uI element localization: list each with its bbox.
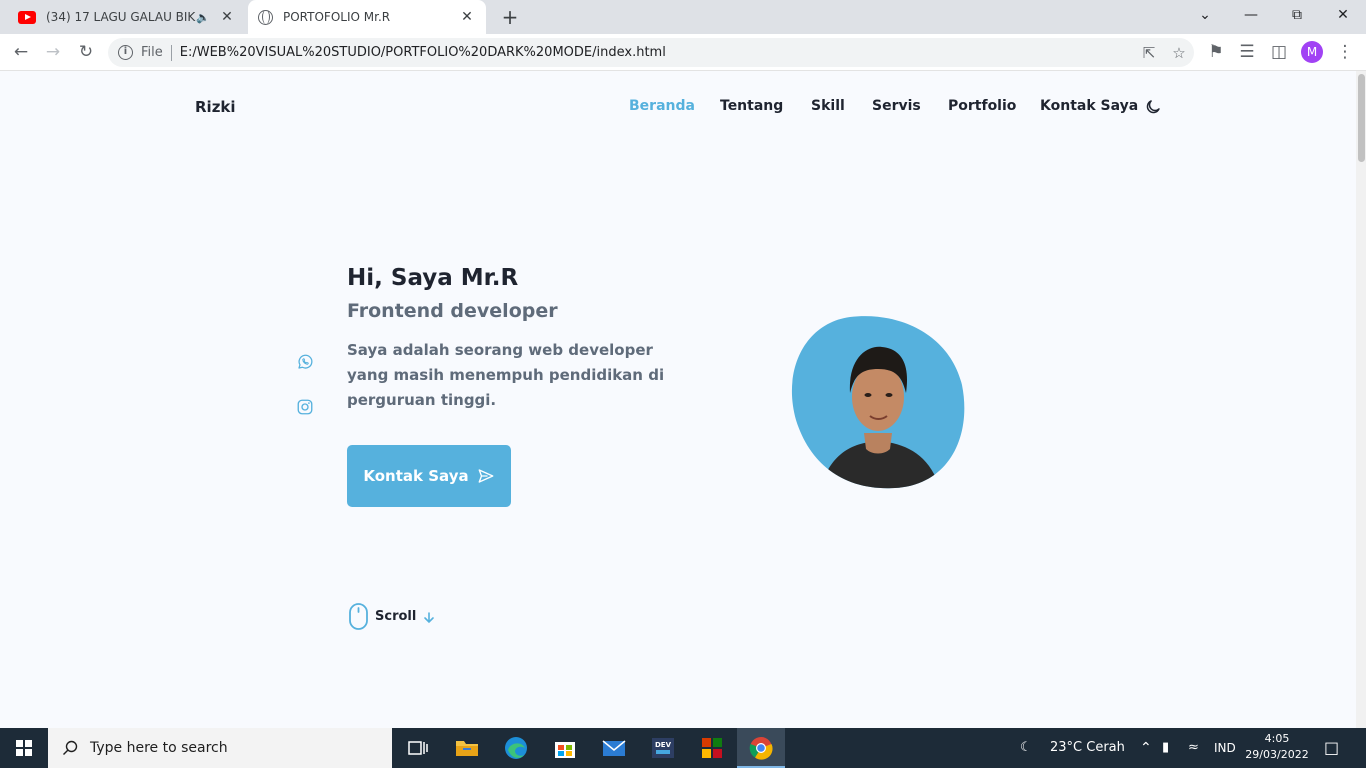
tab-youtube[interactable]: (34) 17 LAGU GALAU BIKIN BAPER 🔈 ✕: [8, 0, 246, 34]
weather-text[interactable]: 23°C Cerah: [1050, 728, 1125, 768]
search-placeholder: Type here to search: [90, 740, 228, 756]
search-icon: [63, 740, 78, 755]
tab-portfolio[interactable]: PORTOFOLIO Mr.R ✕: [248, 0, 486, 34]
chrome-taskbar-button[interactable]: [737, 728, 785, 768]
task-view-icon[interactable]: [404, 734, 432, 762]
windows-start-icon[interactable]: [0, 728, 48, 768]
taskbar-search[interactable]: Type here to search: [48, 728, 392, 768]
windows-taskbar: Type here to search DEV ☾ 23°C Cerah ⌃ ▮…: [0, 728, 1366, 768]
show-hidden-icons[interactable]: ⌃: [1140, 728, 1152, 768]
nav-beranda[interactable]: Beranda: [629, 98, 695, 114]
office-icon[interactable]: [698, 734, 726, 762]
bookmark-star-icon[interactable]: ☆: [1164, 44, 1194, 62]
file-explorer-icon[interactable]: [453, 734, 481, 762]
profile-photo: [791, 316, 965, 489]
page-viewport: Rizki Beranda Tentang Skill Servis Portf…: [0, 71, 1356, 728]
close-window-button[interactable]: ✕: [1320, 0, 1366, 30]
side-panel-icon[interactable]: ◫: [1266, 39, 1292, 65]
tab-search-icon[interactable]: ⌄: [1182, 0, 1228, 30]
menu-icon[interactable]: ⋮: [1332, 39, 1358, 65]
back-button[interactable]: ←: [8, 39, 34, 65]
contact-button[interactable]: Kontak Saya: [347, 445, 511, 507]
media-control-icon[interactable]: ☰: [1234, 39, 1260, 65]
new-tab-button[interactable]: +: [498, 5, 522, 29]
edge-icon[interactable]: [502, 734, 530, 762]
close-tab-icon[interactable]: ✕: [218, 9, 236, 25]
microsoft-store-icon[interactable]: [551, 734, 579, 762]
youtube-icon: [18, 10, 36, 24]
clock-time: 4:05: [1264, 732, 1290, 745]
site-logo[interactable]: Rizki: [195, 98, 236, 116]
instagram-icon[interactable]: [296, 398, 314, 416]
nav-kontak-saya[interactable]: Kontak Saya: [1040, 98, 1138, 114]
profile-avatar[interactable]: M: [1301, 41, 1323, 63]
contact-button-label: Kontak Saya: [363, 467, 469, 485]
url-text[interactable]: E:/WEB%20VISUAL%20STUDIO/PORTFOLIO%20DAR…: [180, 45, 1134, 60]
tab-title: (34) 17 LAGU GALAU BIKIN BAPER: [46, 10, 196, 24]
scrollbar-thumb[interactable]: [1358, 74, 1365, 162]
whatsapp-icon[interactable]: [296, 353, 314, 371]
chrome-icon: [749, 737, 773, 760]
hero-description: Saya adalah seorang web developer yang m…: [347, 341, 665, 409]
globe-icon: [258, 9, 273, 25]
clock[interactable]: 4:05 29/03/2022: [1240, 731, 1314, 763]
nav-portfolio[interactable]: Portfolio: [948, 98, 1016, 114]
address-bar[interactable]: i File E:/WEB%20VISUAL%20STUDIO/PORTFOLI…: [108, 38, 1194, 67]
tab-strip: (34) 17 LAGU GALAU BIKIN BAPER 🔈 ✕ PORTO…: [0, 0, 1366, 34]
mouse-icon: [349, 603, 368, 630]
speaker-icon[interactable]: 🔈: [196, 11, 210, 24]
share-icon[interactable]: ⇱: [1134, 44, 1164, 62]
language-indicator[interactable]: IND: [1214, 728, 1236, 768]
restore-button[interactable]: ⧉: [1274, 0, 1320, 30]
send-icon: [478, 469, 494, 483]
minimize-button[interactable]: —: [1228, 0, 1274, 30]
hero-subtitle: Frontend developer: [347, 300, 558, 322]
nav-tentang[interactable]: Tentang: [720, 98, 783, 114]
nav-servis[interactable]: Servis: [872, 98, 921, 114]
clock-date: 29/03/2022: [1245, 748, 1309, 761]
svg-text:DEV: DEV: [655, 741, 672, 749]
close-tab-icon[interactable]: ✕: [458, 9, 476, 25]
arrow-down-icon[interactable]: [422, 611, 436, 625]
mail-icon[interactable]: [600, 734, 628, 762]
extensions-icon[interactable]: ⚑: [1203, 39, 1229, 65]
forward-button[interactable]: →: [40, 39, 66, 65]
page-scrollbar[interactable]: [1356, 71, 1366, 728]
moon-icon[interactable]: [1144, 98, 1162, 116]
dev-app-icon[interactable]: DEV: [649, 734, 677, 762]
nav-skill[interactable]: Skill: [811, 98, 845, 114]
info-icon[interactable]: i: [118, 45, 133, 60]
battery-icon[interactable]: ▮: [1162, 728, 1169, 768]
weather-icon[interactable]: ☾: [1020, 728, 1032, 768]
scroll-down-link[interactable]: Scroll: [375, 609, 416, 624]
reload-button[interactable]: ↻: [73, 39, 99, 65]
scheme-label: File: [141, 45, 163, 60]
wifi-icon[interactable]: ≈: [1188, 728, 1199, 768]
browser-toolbar: ← → ↻ i File E:/WEB%20VISUAL%20STUDIO/PO…: [0, 34, 1366, 71]
tab-title: PORTOFOLIO Mr.R: [283, 10, 391, 24]
notifications-icon[interactable]: □: [1324, 728, 1339, 768]
hero-title: Hi, Saya Mr.R: [347, 265, 519, 291]
divider: [170, 44, 172, 61]
